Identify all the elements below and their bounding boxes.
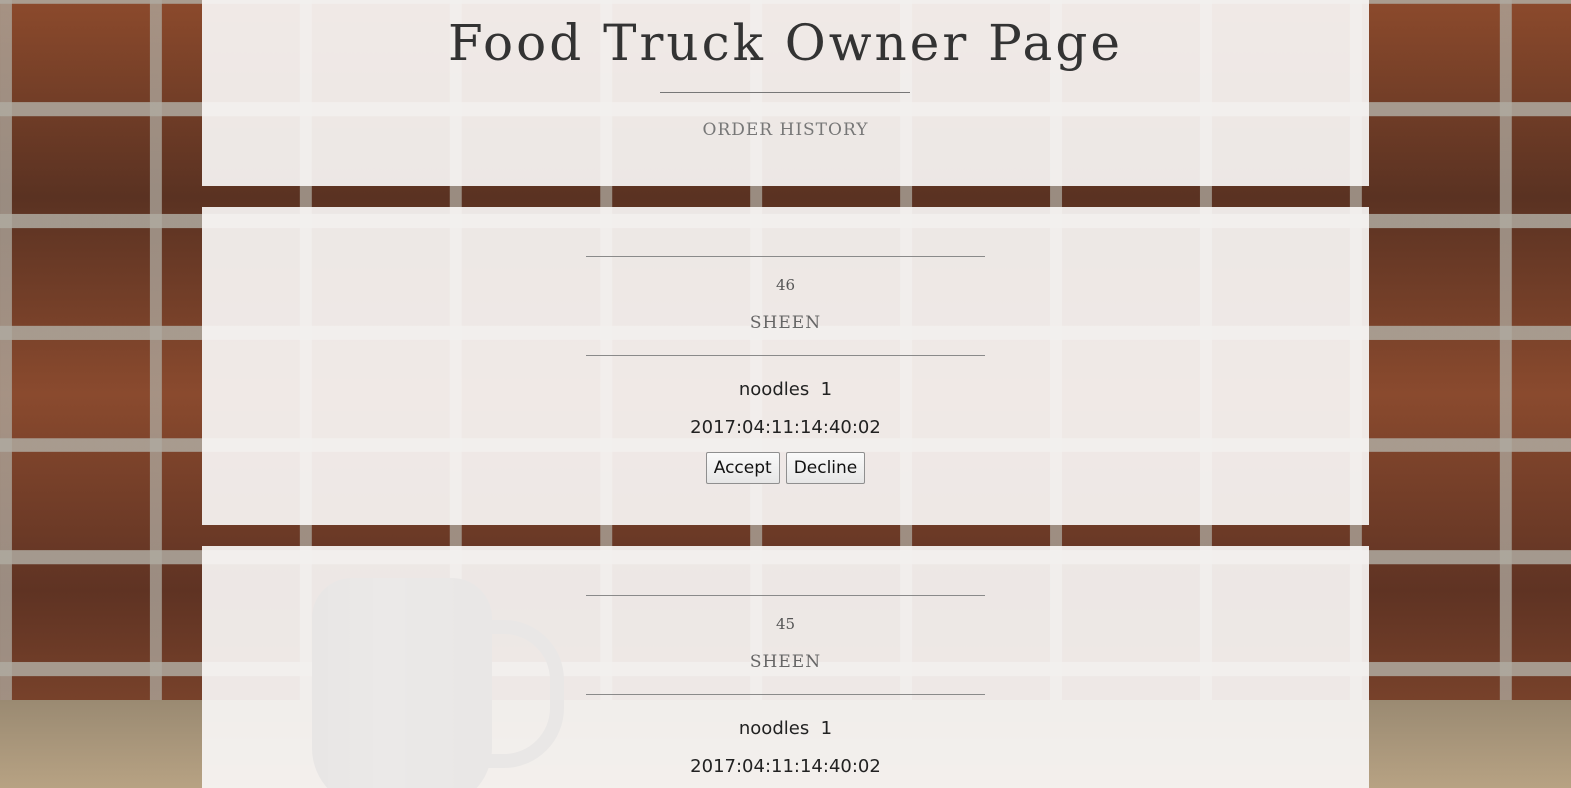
order-top-divider bbox=[586, 256, 985, 257]
page-title: Food Truck Owner Page bbox=[448, 14, 1123, 72]
header-panel: Food Truck Owner Page ORDER HISTORY bbox=[202, 0, 1369, 186]
order-item: noodles 1 bbox=[738, 379, 833, 400]
order-timestamp: 2017:04:11:14:40:02 bbox=[690, 417, 881, 438]
accept-button[interactable]: Accept bbox=[705, 452, 780, 484]
order-id: 46 bbox=[775, 276, 796, 294]
order-id: 45 bbox=[775, 615, 796, 633]
order-top-divider bbox=[586, 595, 985, 596]
order-item: noodles 1 bbox=[738, 718, 833, 739]
order-customer: SHEEN bbox=[749, 313, 822, 333]
order-card: 45 SHEEN noodles 1 2017:04:11:14:40:02 bbox=[202, 546, 1369, 788]
order-bottom-divider bbox=[586, 694, 985, 695]
order-card: 46 SHEEN noodles 1 2017:04:11:14:40:02 A… bbox=[202, 207, 1369, 525]
title-divider bbox=[660, 92, 910, 93]
order-timestamp: 2017:04:11:14:40:02 bbox=[690, 756, 881, 777]
order-actions: Accept Decline bbox=[202, 452, 1369, 484]
decline-button[interactable]: Decline bbox=[785, 452, 866, 484]
order-bottom-divider bbox=[586, 355, 985, 356]
page-subtitle: ORDER HISTORY bbox=[702, 120, 869, 140]
order-customer: SHEEN bbox=[749, 652, 822, 672]
